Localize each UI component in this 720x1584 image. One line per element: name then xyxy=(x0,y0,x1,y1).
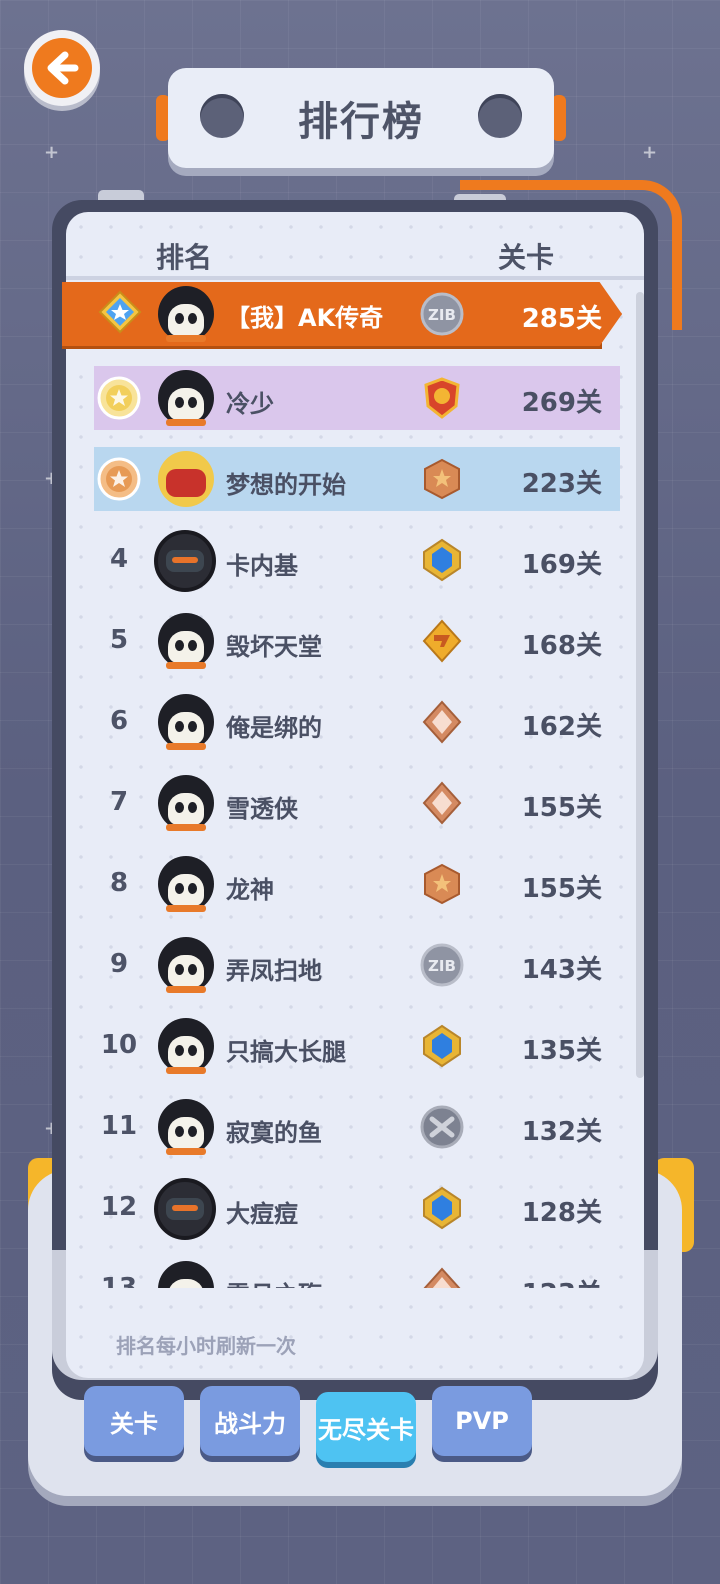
list-item[interactable]: 13雪月之殇123关 xyxy=(0,0,720,1290)
tab-endless-level[interactable]: 无尽关卡 xyxy=(316,1392,416,1462)
avatar[interactable] xyxy=(158,1261,214,1290)
tab-power[interactable]: 战斗力 xyxy=(200,1386,300,1456)
list-fade xyxy=(66,1288,644,1296)
tab-level[interactable]: 关卡 xyxy=(84,1386,184,1456)
bronze-gem-badge-icon xyxy=(422,1267,462,1290)
tab-pvp[interactable]: PVP xyxy=(432,1386,532,1456)
refresh-note: 排名每小时刷新一次 xyxy=(116,1334,296,1358)
